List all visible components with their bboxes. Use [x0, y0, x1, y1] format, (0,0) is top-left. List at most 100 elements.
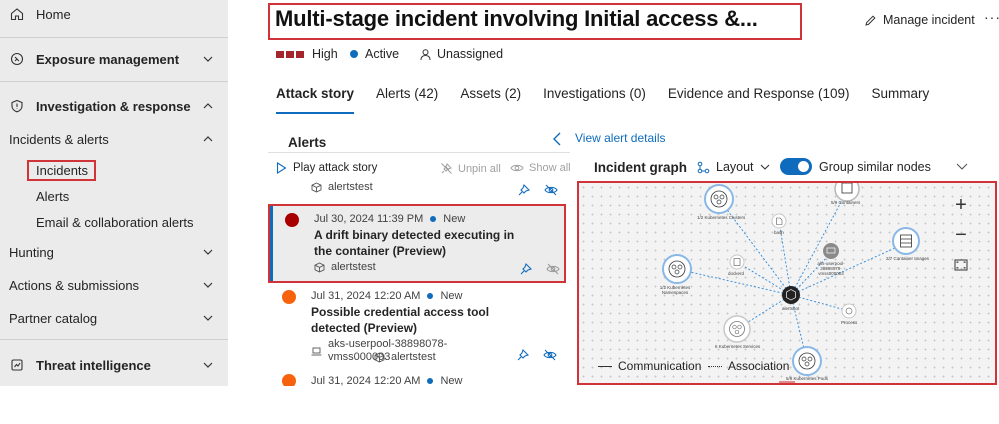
entity-row: alertstest — [311, 181, 373, 193]
alert-timestamp: Jul 31, 2024 12:20 AM New — [311, 375, 462, 386]
nav-hunting-label: Hunting — [9, 244, 54, 260]
nav-threat-intelligence[interactable]: Threat intelligence — [0, 352, 228, 378]
incident-graph-canvas[interactable]: 1/2 Kubernetes Clusters 5/9 Containers b… — [577, 181, 997, 385]
more-options-button[interactable]: ··· — [984, 9, 999, 25]
tab-investigations[interactable]: Investigations (0) — [543, 86, 646, 114]
entity-row: alertstest — [374, 351, 436, 363]
nav-exposure-management[interactable]: Exposure management — [0, 46, 228, 72]
entity-label: alertstest — [328, 181, 373, 193]
fit-to-screen-button[interactable] — [947, 252, 975, 278]
nav-partner-catalog[interactable]: Partner catalog — [0, 305, 228, 331]
manage-incident-button[interactable]: Manage incident — [864, 13, 975, 27]
node-label: 5/9 Containers — [831, 200, 861, 205]
status-badge: Active — [350, 46, 399, 62]
tab-evidence-response[interactable]: Evidence and Response (109) — [668, 86, 850, 114]
chevron-left-icon[interactable] — [552, 132, 562, 146]
legend-communication-label: Communication — [618, 359, 702, 373]
tab-attack-story[interactable]: Attack story — [276, 86, 355, 114]
status-dot-icon — [427, 378, 434, 384]
alert-date: Jul 31, 2024 12:20 AM — [311, 290, 421, 302]
group-similar-label: Group similar nodes — [819, 160, 931, 174]
unpin-all-button[interactable]: Unpin all — [440, 162, 501, 175]
node-label: 5/9 Kubernetes Pods — [786, 376, 829, 381]
layout-label: Layout — [716, 160, 754, 174]
node-label: 6 Kubernetes Services — [715, 344, 761, 349]
node-process — [841, 303, 857, 319]
pin-icon[interactable] — [516, 348, 530, 362]
alert-timestamp: Jul 31, 2024 12:20 AM New — [311, 290, 462, 302]
assignee[interactable]: Unassigned — [419, 46, 503, 62]
edge — [790, 294, 850, 312]
tab-bar: Attack story Alerts (42) Assets (2) Inve… — [276, 86, 951, 114]
severity-label: High — [312, 47, 338, 61]
nav-threat-intel-label: Threat intelligence — [36, 357, 151, 373]
chevron-down-icon[interactable] — [202, 359, 214, 371]
node-dockerd — [729, 254, 745, 270]
chevron-down-icon[interactable] — [202, 312, 214, 324]
shield-icon — [9, 98, 25, 114]
show-all-label: Show all — [529, 162, 571, 174]
home-icon — [9, 6, 25, 22]
layout-dropdown[interactable]: Layout — [697, 160, 770, 174]
node-clusters — [704, 184, 734, 214]
assignee-label: Unassigned — [437, 47, 504, 61]
node-label: alertsbot — [782, 306, 800, 311]
legend-communication: Communication — [598, 359, 701, 373]
container-icon — [311, 181, 322, 193]
unpin-icon — [441, 163, 452, 174]
nav-incidents-alerts[interactable]: Incidents & alerts — [0, 126, 228, 152]
zoom-in-button[interactable]: + — [947, 192, 975, 218]
edge — [736, 261, 792, 296]
fit-screen-icon — [954, 259, 968, 271]
alert-card[interactable]: Jul 31, 2024 12:20 AM New — [270, 370, 566, 386]
nav-actions-submissions[interactable]: Actions & submissions — [0, 272, 228, 298]
nav-investigation-response[interactable]: Investigation & response — [0, 93, 228, 119]
container-icon — [374, 351, 385, 363]
node-label: bash — [774, 230, 784, 235]
hide-icon[interactable] — [544, 183, 558, 197]
show-all-button[interactable]: Show all — [510, 162, 571, 174]
scroll-marker — [779, 381, 795, 383]
severity-bar-icon — [276, 50, 284, 58]
tab-assets[interactable]: Assets (2) — [460, 86, 521, 114]
chevron-up-icon[interactable] — [202, 100, 214, 112]
chevron-down-icon[interactable] — [202, 53, 214, 65]
alert-title[interactable]: Possible credential access tool detected… — [311, 304, 531, 336]
legend-association-label: Association — [728, 359, 790, 373]
group-similar-toggle[interactable] — [780, 158, 812, 175]
highlight-box — [268, 3, 802, 40]
alert-status: New — [440, 375, 463, 386]
node-namespaces — [662, 254, 692, 284]
divider — [0, 81, 228, 82]
nav-hunting[interactable]: Hunting — [0, 239, 228, 265]
play-attack-story-label: Play attack story — [293, 162, 378, 174]
exposure-icon — [9, 51, 25, 67]
alert-card[interactable]: Jul 31, 2024 12:20 AM New Possible crede… — [270, 284, 566, 368]
severity-dot-icon — [282, 374, 296, 386]
dotted-line-icon — [708, 365, 722, 367]
nav-home[interactable]: Home — [0, 1, 228, 27]
zoom-out-button[interactable]: − — [947, 222, 975, 248]
nav-actions-label: Actions & submissions — [9, 277, 140, 293]
nav-alerts[interactable]: Alerts — [0, 183, 228, 209]
tab-alerts[interactable]: Alerts (42) — [376, 86, 438, 114]
chevron-down-icon[interactable] — [202, 246, 214, 258]
hide-icon[interactable] — [543, 348, 557, 362]
chevron-down-icon[interactable] — [202, 279, 214, 291]
severity-bar-icon — [286, 50, 294, 58]
chevron-down-icon[interactable] — [955, 162, 969, 172]
view-alert-details-link[interactable]: View alert details — [575, 131, 666, 145]
node-vm — [823, 243, 839, 259]
chevron-up-icon[interactable] — [202, 133, 214, 145]
tab-summary[interactable]: Summary — [872, 86, 930, 114]
edge — [790, 190, 848, 296]
node-center — [782, 286, 800, 304]
status-dot-icon — [427, 293, 434, 299]
nav-email-alerts-label: Email & collaboration alerts — [36, 214, 194, 230]
pencil-icon — [865, 14, 876, 26]
nav-email-alerts[interactable]: Email & collaboration alerts — [0, 209, 228, 235]
play-attack-story-button[interactable]: Play attack story — [276, 162, 377, 174]
pin-icon[interactable] — [517, 183, 531, 197]
entity-label: alertstest — [391, 351, 436, 363]
nav-exposure-label: Exposure management — [36, 51, 180, 67]
